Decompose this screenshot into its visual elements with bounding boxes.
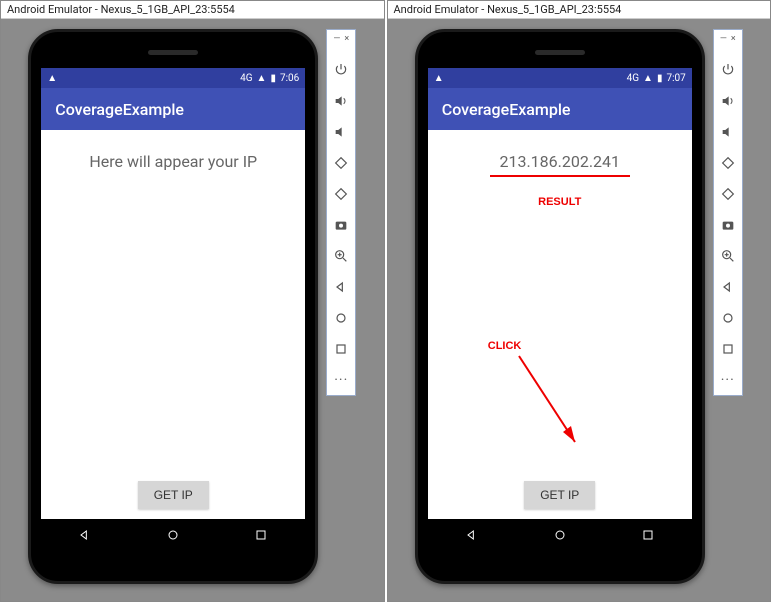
back-icon[interactable]	[332, 278, 350, 296]
speaker	[535, 50, 585, 55]
result-underline	[490, 175, 630, 177]
emulator-toolbar: — × ···	[326, 29, 356, 396]
phone-top	[418, 32, 702, 68]
phone-bottom	[31, 555, 315, 581]
volume-down-icon[interactable]	[332, 123, 350, 141]
phone-frame: ▲ 4G ▲ ▮ 7:06 CoverageExample Here will …	[28, 29, 318, 584]
status-bar: ▲ 4G ▲ ▮ 7:07	[428, 68, 692, 88]
zoom-icon[interactable]	[332, 247, 350, 265]
phone-top	[31, 32, 315, 68]
nav-recent-icon[interactable]	[253, 527, 269, 547]
signal-icon: ▲	[643, 73, 653, 84]
nav-back-icon[interactable]	[77, 527, 93, 547]
signal-label: 4G	[627, 73, 639, 84]
emulator-pane-right: Android Emulator - Nexus_5_1GB_API_23:55…	[387, 0, 771, 602]
overview-icon[interactable]	[719, 340, 737, 358]
workspace-right: ▲ 4G ▲ ▮ 7:07 CoverageExample 213.186.20…	[388, 19, 771, 601]
nav-back-icon[interactable]	[464, 527, 480, 547]
phone-screen[interactable]: ▲ 4G ▲ ▮ 7:07 CoverageExample 213.186.20…	[428, 68, 692, 519]
overview-icon[interactable]	[332, 340, 350, 358]
status-time: 7:06	[280, 73, 299, 84]
ip-text: 213.186.202.241	[499, 152, 620, 171]
battery-icon: ▮	[657, 73, 663, 84]
phone-bottom	[418, 555, 702, 581]
window-title: Android Emulator - Nexus_5_1GB_API_23:55…	[388, 1, 771, 19]
camera-icon[interactable]	[332, 216, 350, 234]
app-title: CoverageExample	[442, 100, 571, 119]
volume-up-icon[interactable]	[719, 92, 737, 110]
rotate-left-icon[interactable]	[719, 154, 737, 172]
emulator-pane-left: Android Emulator - Nexus_5_1GB_API_23:55…	[0, 0, 385, 602]
minimize-button[interactable]: —	[333, 34, 340, 44]
rotate-right-icon[interactable]	[719, 185, 737, 203]
nav-recent-icon[interactable]	[640, 527, 656, 547]
emulator-toolbar: — × ···	[713, 29, 743, 396]
volume-up-icon[interactable]	[332, 92, 350, 110]
app-title: CoverageExample	[55, 100, 184, 119]
annotation-click: CLICK	[488, 340, 522, 352]
app-bar: CoverageExample	[41, 88, 305, 130]
get-ip-button[interactable]: GET IP	[524, 481, 595, 509]
rotate-left-icon[interactable]	[332, 154, 350, 172]
back-icon[interactable]	[719, 278, 737, 296]
nav-bar	[41, 519, 305, 555]
close-button[interactable]: ×	[344, 34, 349, 44]
phone-frame: ▲ 4G ▲ ▮ 7:07 CoverageExample 213.186.20…	[415, 29, 705, 584]
power-icon[interactable]	[719, 61, 737, 79]
close-button[interactable]: ×	[731, 34, 736, 44]
status-time: 7:07	[666, 73, 685, 84]
ip-text: Here will appear your IP	[89, 152, 257, 171]
home-icon[interactable]	[332, 309, 350, 327]
window-title: Android Emulator - Nexus_5_1GB_API_23:55…	[1, 1, 384, 19]
zoom-icon[interactable]	[719, 247, 737, 265]
warning-icon: ▲	[434, 73, 444, 84]
battery-icon: ▮	[270, 73, 276, 84]
speaker	[148, 50, 198, 55]
power-icon[interactable]	[332, 61, 350, 79]
nav-home-icon[interactable]	[552, 527, 568, 547]
home-icon[interactable]	[719, 309, 737, 327]
minimize-button[interactable]: —	[720, 34, 727, 44]
app-content: 213.186.202.241 RESULT CLICK GET IP	[428, 130, 692, 519]
app-bar: CoverageExample	[428, 88, 692, 130]
workspace-left: ▲ 4G ▲ ▮ 7:06 CoverageExample Here will …	[1, 19, 384, 601]
more-icon[interactable]: ···	[332, 371, 350, 389]
app-content: Here will appear your IP GET IP	[41, 130, 305, 519]
camera-icon[interactable]	[719, 216, 737, 234]
more-icon[interactable]: ···	[719, 371, 737, 389]
phone-screen[interactable]: ▲ 4G ▲ ▮ 7:06 CoverageExample Here will …	[41, 68, 305, 519]
nav-home-icon[interactable]	[165, 527, 181, 547]
rotate-right-icon[interactable]	[332, 185, 350, 203]
status-bar: ▲ 4G ▲ ▮ 7:06	[41, 68, 305, 88]
nav-bar	[428, 519, 692, 555]
annotation-result: RESULT	[538, 196, 581, 208]
warning-icon: ▲	[47, 73, 57, 84]
volume-down-icon[interactable]	[719, 123, 737, 141]
signal-icon: ▲	[257, 73, 267, 84]
get-ip-button[interactable]: GET IP	[138, 481, 209, 509]
signal-label: 4G	[240, 73, 252, 84]
arrow-icon	[513, 350, 593, 460]
